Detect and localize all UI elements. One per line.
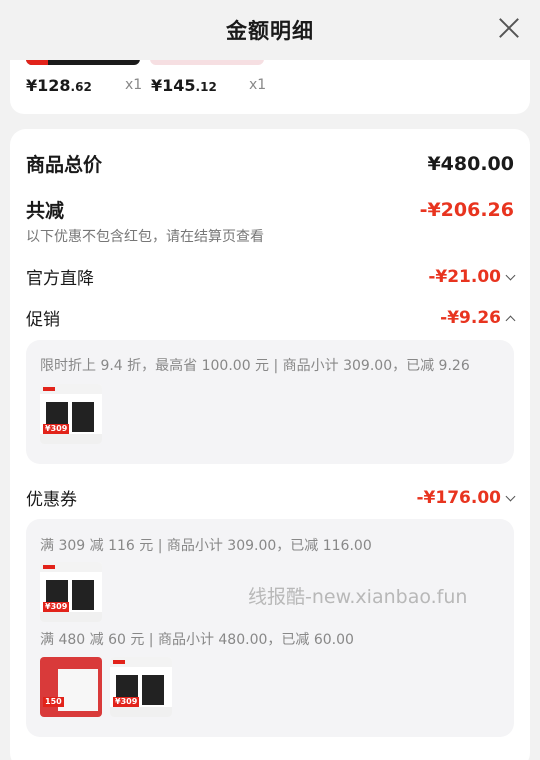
promotion-row[interactable]: 促销 -¥9.26 — [26, 305, 516, 330]
item-price: ¥128.62 — [26, 76, 92, 95]
promotion-value: -¥9.26 — [440, 307, 501, 328]
product-image[interactable]: 150 — [40, 657, 102, 717]
product-image[interactable]: ¥309 — [110, 657, 172, 717]
close-icon[interactable] — [498, 17, 520, 39]
official-discount-row[interactable]: 官方直降 -¥21.00 — [26, 264, 516, 289]
chevron-up-icon[interactable] — [505, 315, 516, 325]
item-quantity: x1 — [125, 77, 143, 93]
coupon-row[interactable]: 优惠券 -¥176.00 — [26, 485, 516, 510]
watermark-text: 线报酷-new.xianbao.fun — [248, 586, 468, 608]
coupon-detail-text: 满 480 减 60 元 | 商品小计 480.00，已减 60.00 — [40, 632, 354, 648]
total-reduction-label: 共减 — [26, 200, 65, 222]
chevron-down-icon[interactable] — [505, 270, 516, 280]
coupon-label: 优惠券 — [26, 490, 77, 510]
total-price-value: ¥480.00 — [427, 152, 514, 175]
header-bar: 金额明细 — [0, 0, 540, 60]
product-image[interactable]: ¥309 — [40, 384, 102, 444]
chevron-down-icon[interactable] — [505, 491, 516, 501]
total-reduction-row: 共减 -¥206.26 — [26, 196, 514, 223]
coupon-value: -¥176.00 — [416, 487, 502, 508]
product-image[interactable]: ¥309 — [40, 562, 102, 622]
coupon-detail-box: 满 309 减 116 元 | 商品小计 309.00，已减 116.00 ¥3… — [26, 519, 514, 737]
total-price-label: 商品总价 — [26, 154, 103, 176]
item-quantity: x1 — [249, 77, 267, 93]
promotion-detail-box: 限时折上 9.4 折，最高省 100.00 元 | 商品小计 309.00，已减… — [26, 340, 514, 464]
coupon-detail-text: 满 309 减 116 元 | 商品小计 309.00，已减 116.00 — [40, 538, 372, 554]
promotion-label: 促销 — [26, 310, 60, 330]
promotion-detail-text: 限时折上 9.4 折，最高省 100.00 元 | 商品小计 309.00，已减… — [40, 358, 470, 374]
official-discount-value: -¥21.00 — [428, 266, 501, 287]
official-discount-label: 官方直降 — [26, 269, 94, 289]
item-price: ¥145.12 — [151, 76, 217, 95]
reduction-note: 以下优惠不包含红包，请在结算页查看 — [26, 229, 264, 245]
total-reduction-value: -¥206.26 — [419, 198, 514, 221]
page-title: 金额明细 — [226, 19, 314, 43]
total-price-row: 商品总价 ¥480.00 — [26, 150, 514, 177]
